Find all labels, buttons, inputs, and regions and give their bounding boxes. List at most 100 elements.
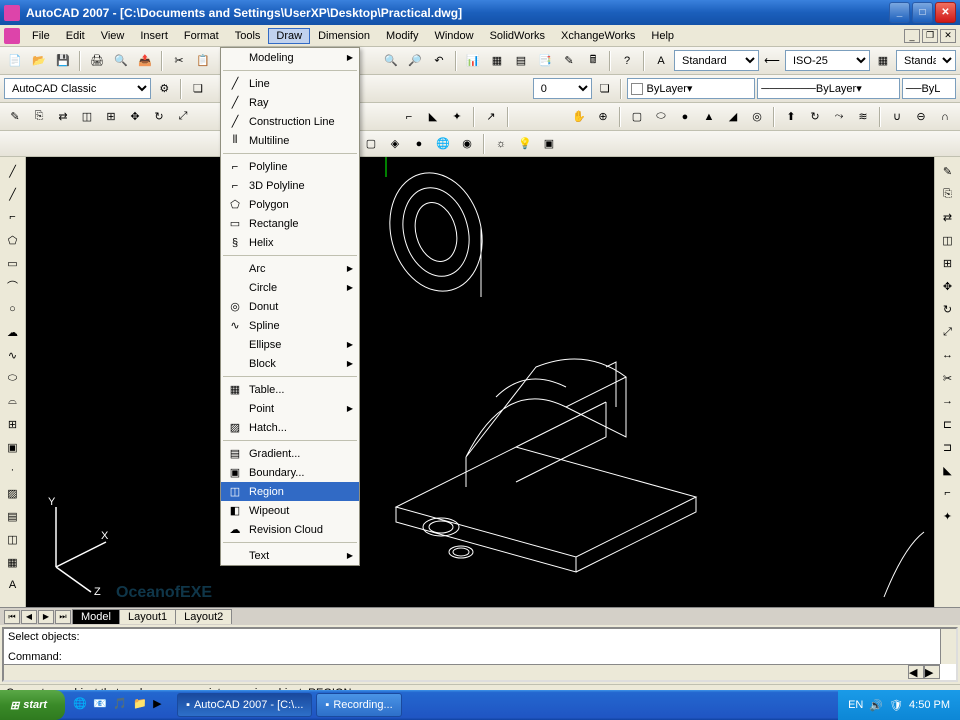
- break-tool[interactable]: ⊏: [938, 414, 958, 434]
- tray-lang[interactable]: EN: [848, 699, 863, 711]
- fillet-button[interactable]: ⌐: [398, 106, 420, 128]
- chamfer-button[interactable]: ◣: [422, 106, 444, 128]
- rotate-tool[interactable]: ↻: [938, 299, 958, 319]
- taskbar-task[interactable]: ▪Recording...: [316, 693, 401, 717]
- menu-tools[interactable]: Tools: [227, 28, 269, 44]
- mtext-tool[interactable]: A: [3, 575, 23, 595]
- start-button[interactable]: ⊞start: [0, 690, 65, 720]
- spline-tool[interactable]: ∿: [3, 345, 23, 365]
- properties-button[interactable]: 📊: [462, 50, 484, 72]
- tab-next-button[interactable]: ▶: [38, 610, 54, 624]
- drawing-canvas[interactable]: Y X Z OceanofEXE ↖: [26, 157, 934, 607]
- intersect-button[interactable]: ∩: [934, 106, 956, 128]
- draw-menu-gradient-[interactable]: ▤Gradient...: [221, 444, 359, 463]
- realistic-button[interactable]: 🌐: [432, 133, 454, 155]
- tray-clock[interactable]: 4:50 PM: [909, 699, 950, 711]
- command-scroll-v[interactable]: [940, 629, 956, 664]
- quicklaunch-icon[interactable]: 📁: [133, 697, 149, 713]
- scale-button[interactable]: ⤢: [172, 106, 194, 128]
- insert-block-tool[interactable]: ⊞: [3, 414, 23, 434]
- draw-menu-arc[interactable]: Arc▶: [221, 259, 359, 278]
- revolve-button[interactable]: ↻: [804, 106, 826, 128]
- dim-style-combo[interactable]: ISO-25: [785, 50, 870, 71]
- draw-menu-hatch-[interactable]: ▨Hatch...: [221, 418, 359, 437]
- cylinder-button[interactable]: ⬭: [650, 106, 672, 128]
- tool-palette-button[interactable]: ▤: [510, 50, 532, 72]
- line-tool[interactable]: ╱: [3, 161, 23, 181]
- draw-menu-spline[interactable]: ∿Spline: [221, 316, 359, 335]
- menu-format[interactable]: Format: [176, 28, 227, 44]
- explode-tool[interactable]: ✦: [938, 506, 958, 526]
- conceptual-button[interactable]: ◉: [456, 133, 478, 155]
- menu-modify[interactable]: Modify: [378, 28, 426, 44]
- point-tool[interactable]: ·: [3, 460, 23, 480]
- move-tool[interactable]: ✥: [938, 276, 958, 296]
- draw-menu-boundary-[interactable]: ▣Boundary...: [221, 463, 359, 482]
- draw-menu-3d-polyline[interactable]: ⌐3D Polyline: [221, 176, 359, 195]
- table-tool[interactable]: ▦: [3, 552, 23, 572]
- linetype-combo[interactable]: ─────── ByLayer ▾: [757, 78, 900, 99]
- ellipse-tool[interactable]: ⬭: [3, 368, 23, 388]
- text-style-combo[interactable]: Standard: [674, 50, 759, 71]
- extrude-button[interactable]: ⬆: [780, 106, 802, 128]
- quicklaunch-icon[interactable]: ▶: [153, 697, 169, 713]
- 3dwireframe-button[interactable]: ◈: [384, 133, 406, 155]
- erase-button[interactable]: ✎: [4, 106, 26, 128]
- zoom-window-button[interactable]: 🔎: [404, 50, 426, 72]
- quicklaunch-icon[interactable]: 🌐: [73, 697, 89, 713]
- scale-tool[interactable]: ⤢: [938, 322, 958, 342]
- circle-tool[interactable]: ○: [3, 299, 23, 319]
- stretch-tool[interactable]: ↔: [938, 345, 958, 365]
- tab-first-button[interactable]: ⏮: [4, 610, 20, 624]
- draw-menu-donut[interactable]: ◎Donut: [221, 297, 359, 316]
- offset-tool[interactable]: ◫: [938, 230, 958, 250]
- erase-tool[interactable]: ✎: [938, 161, 958, 181]
- layer-combo[interactable]: 0: [533, 78, 592, 99]
- tray-volume-icon[interactable]: 🔊: [869, 699, 883, 712]
- tray-shield-icon[interactable]: 🛡: [889, 699, 903, 712]
- copy-tool[interactable]: ⎘: [938, 184, 958, 204]
- system-tray[interactable]: EN 🔊 🛡 4:50 PM: [838, 690, 960, 720]
- mirror-button[interactable]: ⇄: [52, 106, 74, 128]
- gradient-tool[interactable]: ▤: [3, 506, 23, 526]
- draw-menu-point[interactable]: Point▶: [221, 399, 359, 418]
- workspace-combo[interactable]: AutoCAD Classic: [4, 78, 151, 99]
- open-button[interactable]: 📂: [28, 50, 50, 72]
- material-button[interactable]: ▣: [538, 133, 560, 155]
- torus-button[interactable]: ◎: [746, 106, 768, 128]
- region-tool[interactable]: ◫: [3, 529, 23, 549]
- taskbar-task[interactable]: ▪AutoCAD 2007 - [C:\...: [177, 693, 312, 717]
- subtract-button[interactable]: ⊖: [910, 106, 932, 128]
- mdi-close-button[interactable]: ✕: [940, 29, 956, 43]
- menu-solidworks[interactable]: SolidWorks: [482, 28, 553, 44]
- cone-button[interactable]: ▲: [698, 106, 720, 128]
- quicklaunch-icon[interactable]: 🎵: [113, 697, 129, 713]
- 2dwireframe-button[interactable]: ▢: [360, 133, 382, 155]
- offset-button[interactable]: ◫: [76, 106, 98, 128]
- sphere-button[interactable]: ●: [674, 106, 696, 128]
- command-scroll-h[interactable]: ◀▶: [4, 664, 940, 680]
- draw-menu-revision-cloud[interactable]: ☁Revision Cloud: [221, 520, 359, 539]
- union-button[interactable]: ∪: [886, 106, 908, 128]
- draw-menu-line[interactable]: ╱Line: [221, 74, 359, 93]
- draw-menu-ellipse[interactable]: Ellipse▶: [221, 335, 359, 354]
- mdi-minimize-button[interactable]: _: [904, 29, 920, 43]
- zoom-previous-button[interactable]: ↶: [428, 50, 450, 72]
- menu-help[interactable]: Help: [643, 28, 682, 44]
- draw-menu-table-[interactable]: ▦Table...: [221, 380, 359, 399]
- maximize-button[interactable]: □: [912, 2, 933, 23]
- draw-menu-construction-line[interactable]: ╱Construction Line: [221, 112, 359, 131]
- wedge-button[interactable]: ◢: [722, 106, 744, 128]
- tab-last-button[interactable]: ⏭: [55, 610, 71, 624]
- array-tool[interactable]: ⊞: [938, 253, 958, 273]
- tab-layout2[interactable]: Layout2: [175, 609, 232, 624]
- draw-menu-helix[interactable]: §Helix: [221, 233, 359, 252]
- save-button[interactable]: 💾: [52, 50, 74, 72]
- light-button[interactable]: 💡: [514, 133, 536, 155]
- xline-tool[interactable]: ╱: [3, 184, 23, 204]
- arc-tool[interactable]: ⌒: [3, 276, 23, 296]
- 3d-pan-button[interactable]: ✋: [568, 106, 590, 128]
- draw-menu-rectangle[interactable]: ▭Rectangle: [221, 214, 359, 233]
- mdi-restore-button[interactable]: ❐: [922, 29, 938, 43]
- quicklaunch-icon[interactable]: 📧: [93, 697, 109, 713]
